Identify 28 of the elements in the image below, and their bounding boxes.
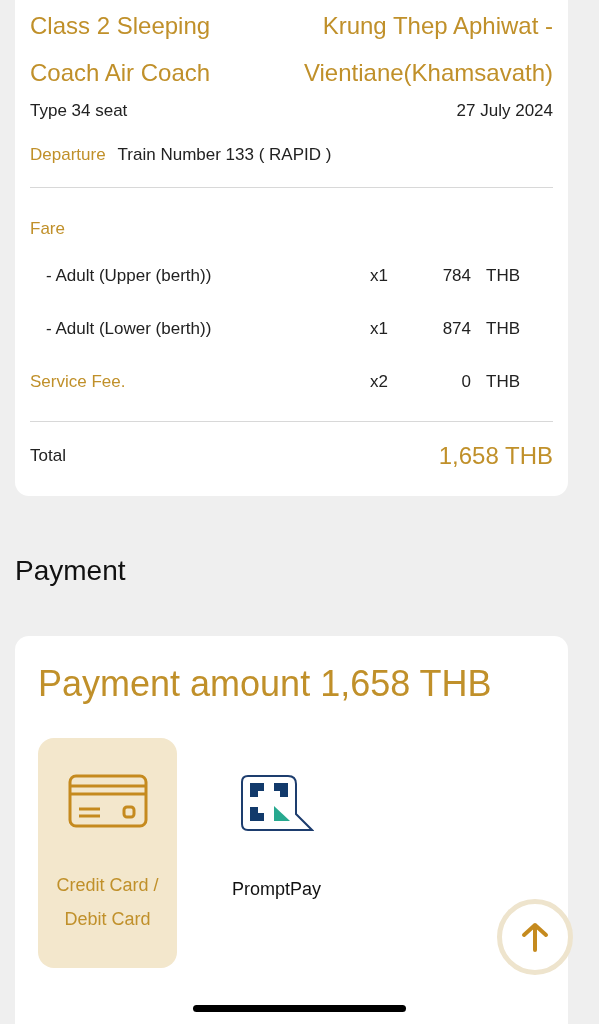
credit-card-icon — [67, 773, 148, 828]
fare-quantity: x1 — [370, 265, 389, 288]
fare-amount: 0 — [460, 371, 471, 394]
fare-label: - Adult (Upper (berth)) — [45, 265, 213, 288]
total-amount: 1,658 THB — [438, 440, 553, 471]
fare-currency: THB — [486, 371, 520, 394]
up-arrow-icon — [521, 922, 549, 952]
payment-method-option[interactable]: PromptPay — [207, 737, 346, 968]
fare-label: - Adult (Lower (berth)) — [45, 318, 213, 341]
total-label: Total — [30, 444, 66, 467]
departure-label: Departure — [30, 143, 106, 166]
fare-currency: THB — [486, 265, 520, 288]
route: Krung Thep Aphiwat - Vientiane(Khamsavath) — [302, 11, 553, 88]
fare-heading: Fare — [30, 218, 66, 240]
travel-date: 27 July 2024 — [456, 100, 553, 122]
train-number: Train Number 133 ( RAPID ) — [117, 143, 332, 166]
fare-currency: THB — [486, 318, 520, 341]
fare-quantity: x2 — [370, 371, 389, 394]
fare-label: Service Fee. — [30, 371, 127, 394]
coach-class: Class 2 Sleeping Coach Air Coach — [30, 11, 212, 88]
payment-amount-label: Payment amount — [38, 661, 311, 706]
fare-amount: 874 — [441, 318, 471, 341]
seat-type: Type 34 seat — [30, 100, 128, 122]
fare-amount: 784 — [441, 265, 471, 288]
payment-amount: 1,658 THB — [320, 661, 492, 706]
payment-heading: Payment — [15, 553, 127, 588]
promptpay-logo-icon — [239, 773, 314, 832]
fare-quantity: x1 — [370, 318, 389, 341]
